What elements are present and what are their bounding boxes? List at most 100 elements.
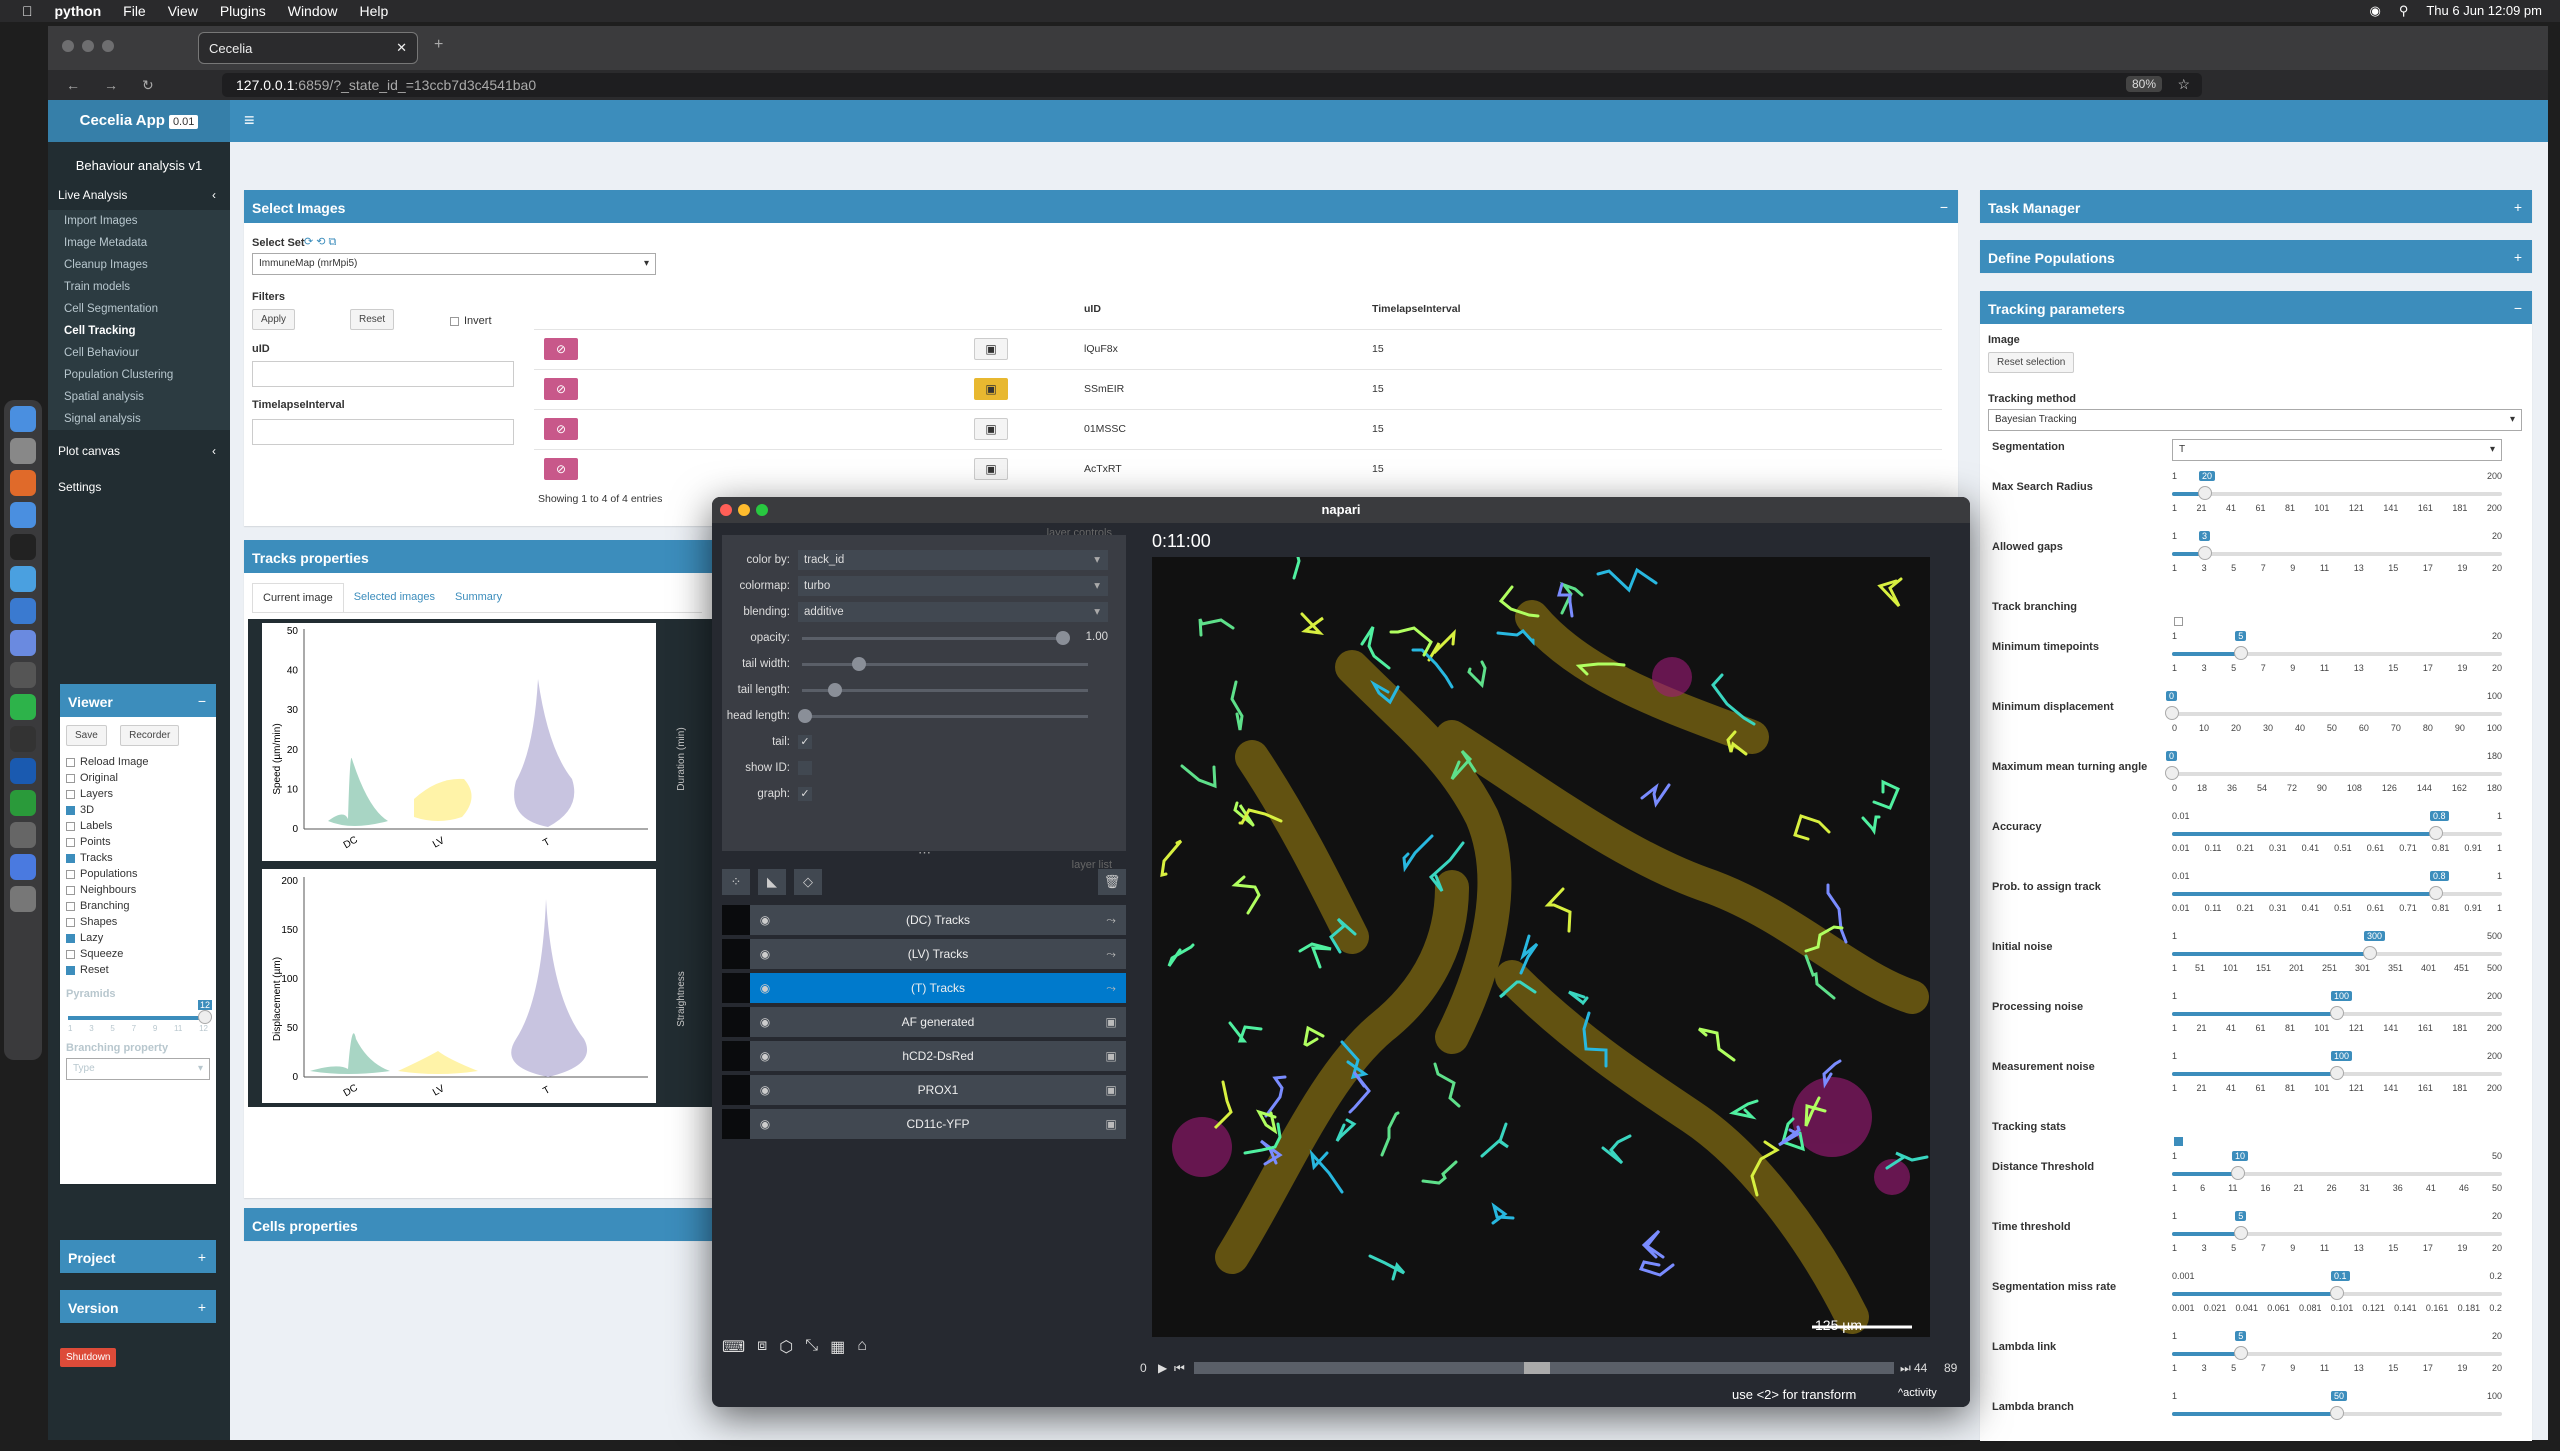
live-analysis-toggle[interactable]: Live Analysis ‹ [48,180,230,210]
word-icon[interactable] [10,758,36,784]
expand-icon[interactable]: + [2514,249,2522,265]
new-labels-layer-icon[interactable]: ◇ [794,869,822,895]
tail-length-slider[interactable] [798,680,1108,700]
slider-handle[interactable] [2234,1346,2249,1360]
collapse-icon[interactable]: − [1940,199,1948,215]
select-row-button[interactable]: ⊘ [544,458,578,481]
viewer-check-populations[interactable]: Populations [60,866,216,882]
menu-plugins[interactable]: Plugins [220,3,266,19]
branching-select[interactable]: Type ▾ [66,1058,210,1080]
sidebar-item-spatial-analysis[interactable]: Spatial analysis [48,386,230,408]
console-icon[interactable]: ⌨ [722,1337,745,1357]
step-back-icon[interactable]: ⏮ [1174,1361,1188,1376]
close-window-button[interactable] [720,504,732,516]
collapse-icon[interactable]: − [198,693,206,709]
app-icon[interactable] [10,598,36,624]
app-menu[interactable]: python [55,3,102,19]
graph-checkbox[interactable]: ✓ [798,787,812,801]
layer-af-generated[interactable]: ◉ AF generated ▣ [722,1007,1126,1037]
trash-icon[interactable] [10,886,36,912]
app-icon[interactable] [10,790,36,816]
visibility-eye-icon[interactable]: ◉ [750,1049,780,1063]
slider-handle[interactable] [2330,1286,2344,1300]
frame-current[interactable]: 44 [1914,1361,1944,1375]
visibility-eye-icon[interactable]: ◉ [750,1083,780,1097]
image-view-icon[interactable]: ▣ [974,458,1008,481]
play-icon[interactable]: ▶ [1158,1361,1174,1375]
viewer-check-branching[interactable]: Branching [60,898,216,914]
app-icon[interactable] [10,630,36,656]
apple-icon[interactable]:  [22,3,33,19]
head-length-slider[interactable] [798,706,1108,726]
slider-handle[interactable] [2234,646,2249,660]
viewer-check-shapes[interactable]: Shapes [60,914,216,930]
layer-dc-tracks[interactable]: ◉ (DC) Tracks ⤳ [722,905,1126,935]
close-window-button[interactable] [62,40,74,52]
search-icon[interactable]: ⚲ [2399,3,2409,19]
splitter-handle-icon[interactable]: ⋯ [918,845,931,861]
expand-icon[interactable]: + [198,1299,206,1315]
segmentation-select[interactable]: T ▾ [2172,439,2502,461]
image-view-icon[interactable]: ▣ [974,378,1008,400]
param-slider[interactable]: 010000102030405060708090100 [2165,691,2502,739]
new-shapes-layer-icon[interactable]: ◣ [758,869,786,895]
settings-link[interactable]: Settings [48,472,230,502]
reset-button[interactable]: Reset [350,309,395,330]
wifi-icon[interactable]: ◉ [2369,3,2380,19]
param-slider[interactable]: 1 200 20 1 21 41 61 81 101 121 141 161 181 200 [2172,471,2502,519]
finder-icon[interactable] [10,406,36,432]
back-icon[interactable]: ← [66,77,86,93]
checkbox[interactable] [66,805,75,815]
checkbox[interactable] [66,949,75,959]
slider-handle[interactable] [2330,1066,2344,1080]
zoom-window-button[interactable] [102,40,114,52]
roll-axes-icon[interactable]: ⬡ [779,1337,793,1357]
folder-icon[interactable] [10,854,36,880]
layer-hcd2-dsred[interactable]: ◉ hCD2-DsRed ▣ [722,1041,1126,1071]
param-slider[interactable]: 1 200 100 1 21 41 61 81 101 121 141 161 181 200 [2172,991,2502,1039]
tail-checkbox[interactable]: ✓ [798,735,812,749]
layer-cd11c-yfp[interactable]: ◉ CD11c-YFP ▣ [722,1109,1126,1139]
select-set-dropdown[interactable]: ImmuneMap (mrMpi5) ▾ [252,253,656,275]
param-slider[interactable]: 1 200 100 1 21 41 61 81 101 121 141 161 181 200 [2172,1051,2502,1099]
new-points-layer-icon[interactable]: ⁘ [722,869,750,895]
checkbox[interactable] [66,773,75,783]
select-row-button[interactable]: ⊘ [544,338,578,360]
param-slider[interactable]: 1 20 5 1 3 5 7 9 11 13 15 17 19 20 [2172,631,2502,679]
sidebar-item-cell-behaviour[interactable]: Cell Behaviour [48,342,230,364]
slider-handle[interactable] [2330,1006,2344,1020]
set-action-icons[interactable]: ⟳ ⟲ ⧉ [304,235,336,249]
viewer-check-3d[interactable]: 3D [60,802,216,818]
viewer-check-labels[interactable]: Labels [60,818,216,834]
image-view-icon[interactable]: ▣ [974,418,1008,440]
param-slider[interactable]: 1 20 5 1 3 5 7 9 11 13 15 17 19 20 [2172,1331,2502,1379]
project-box[interactable]: Project + [60,1240,216,1273]
checkbox[interactable] [66,885,75,895]
viewer-check-reset[interactable]: Reset [60,962,216,978]
recorder-button[interactable]: Recorder [120,725,180,746]
sidebar-item-population-clustering[interactable]: Population Clustering [48,364,230,386]
viewer-check-squeeze[interactable]: Squeeze [60,946,216,962]
uid-filter-input[interactable] [252,361,514,387]
checkbox[interactable] [66,789,75,799]
checkbox[interactable] [66,757,75,767]
ndisplay-icon[interactable]: ⧈ [757,1337,767,1357]
activity-button[interactable]: ^activity [1898,1387,1937,1399]
slider-handle[interactable] [2198,486,2212,500]
menu-file[interactable]: File [123,3,146,19]
tracking-method-select[interactable]: Bayesian Tracking ▾ [1988,409,2522,431]
param-slider[interactable]: 1 50 10 1 6 11 16 21 26 31 36 41 46 50 [2172,1151,2502,1199]
slider-handle[interactable] [2231,1166,2245,1180]
sidebar-item-cell-segmentation[interactable]: Cell Segmentation [48,298,230,320]
cells-properties-box[interactable]: Cells properties [244,1208,714,1241]
tab-current-image[interactable]: Current image [252,583,344,612]
plot-canvas-toggle[interactable]: Plot canvas ‹ [48,436,230,466]
firefox-icon[interactable] [10,470,36,496]
checkbox[interactable] [66,933,75,943]
visibility-eye-icon[interactable]: ◉ [750,1015,780,1029]
reset-selection-button[interactable]: Reset selection [1988,352,2075,373]
hamburger-menu-icon[interactable]: ≡ [244,110,255,131]
spotify-icon[interactable] [10,694,36,720]
new-tab-button[interactable]: + [434,36,443,54]
blending-select[interactable]: additive ▾ [798,602,1108,622]
